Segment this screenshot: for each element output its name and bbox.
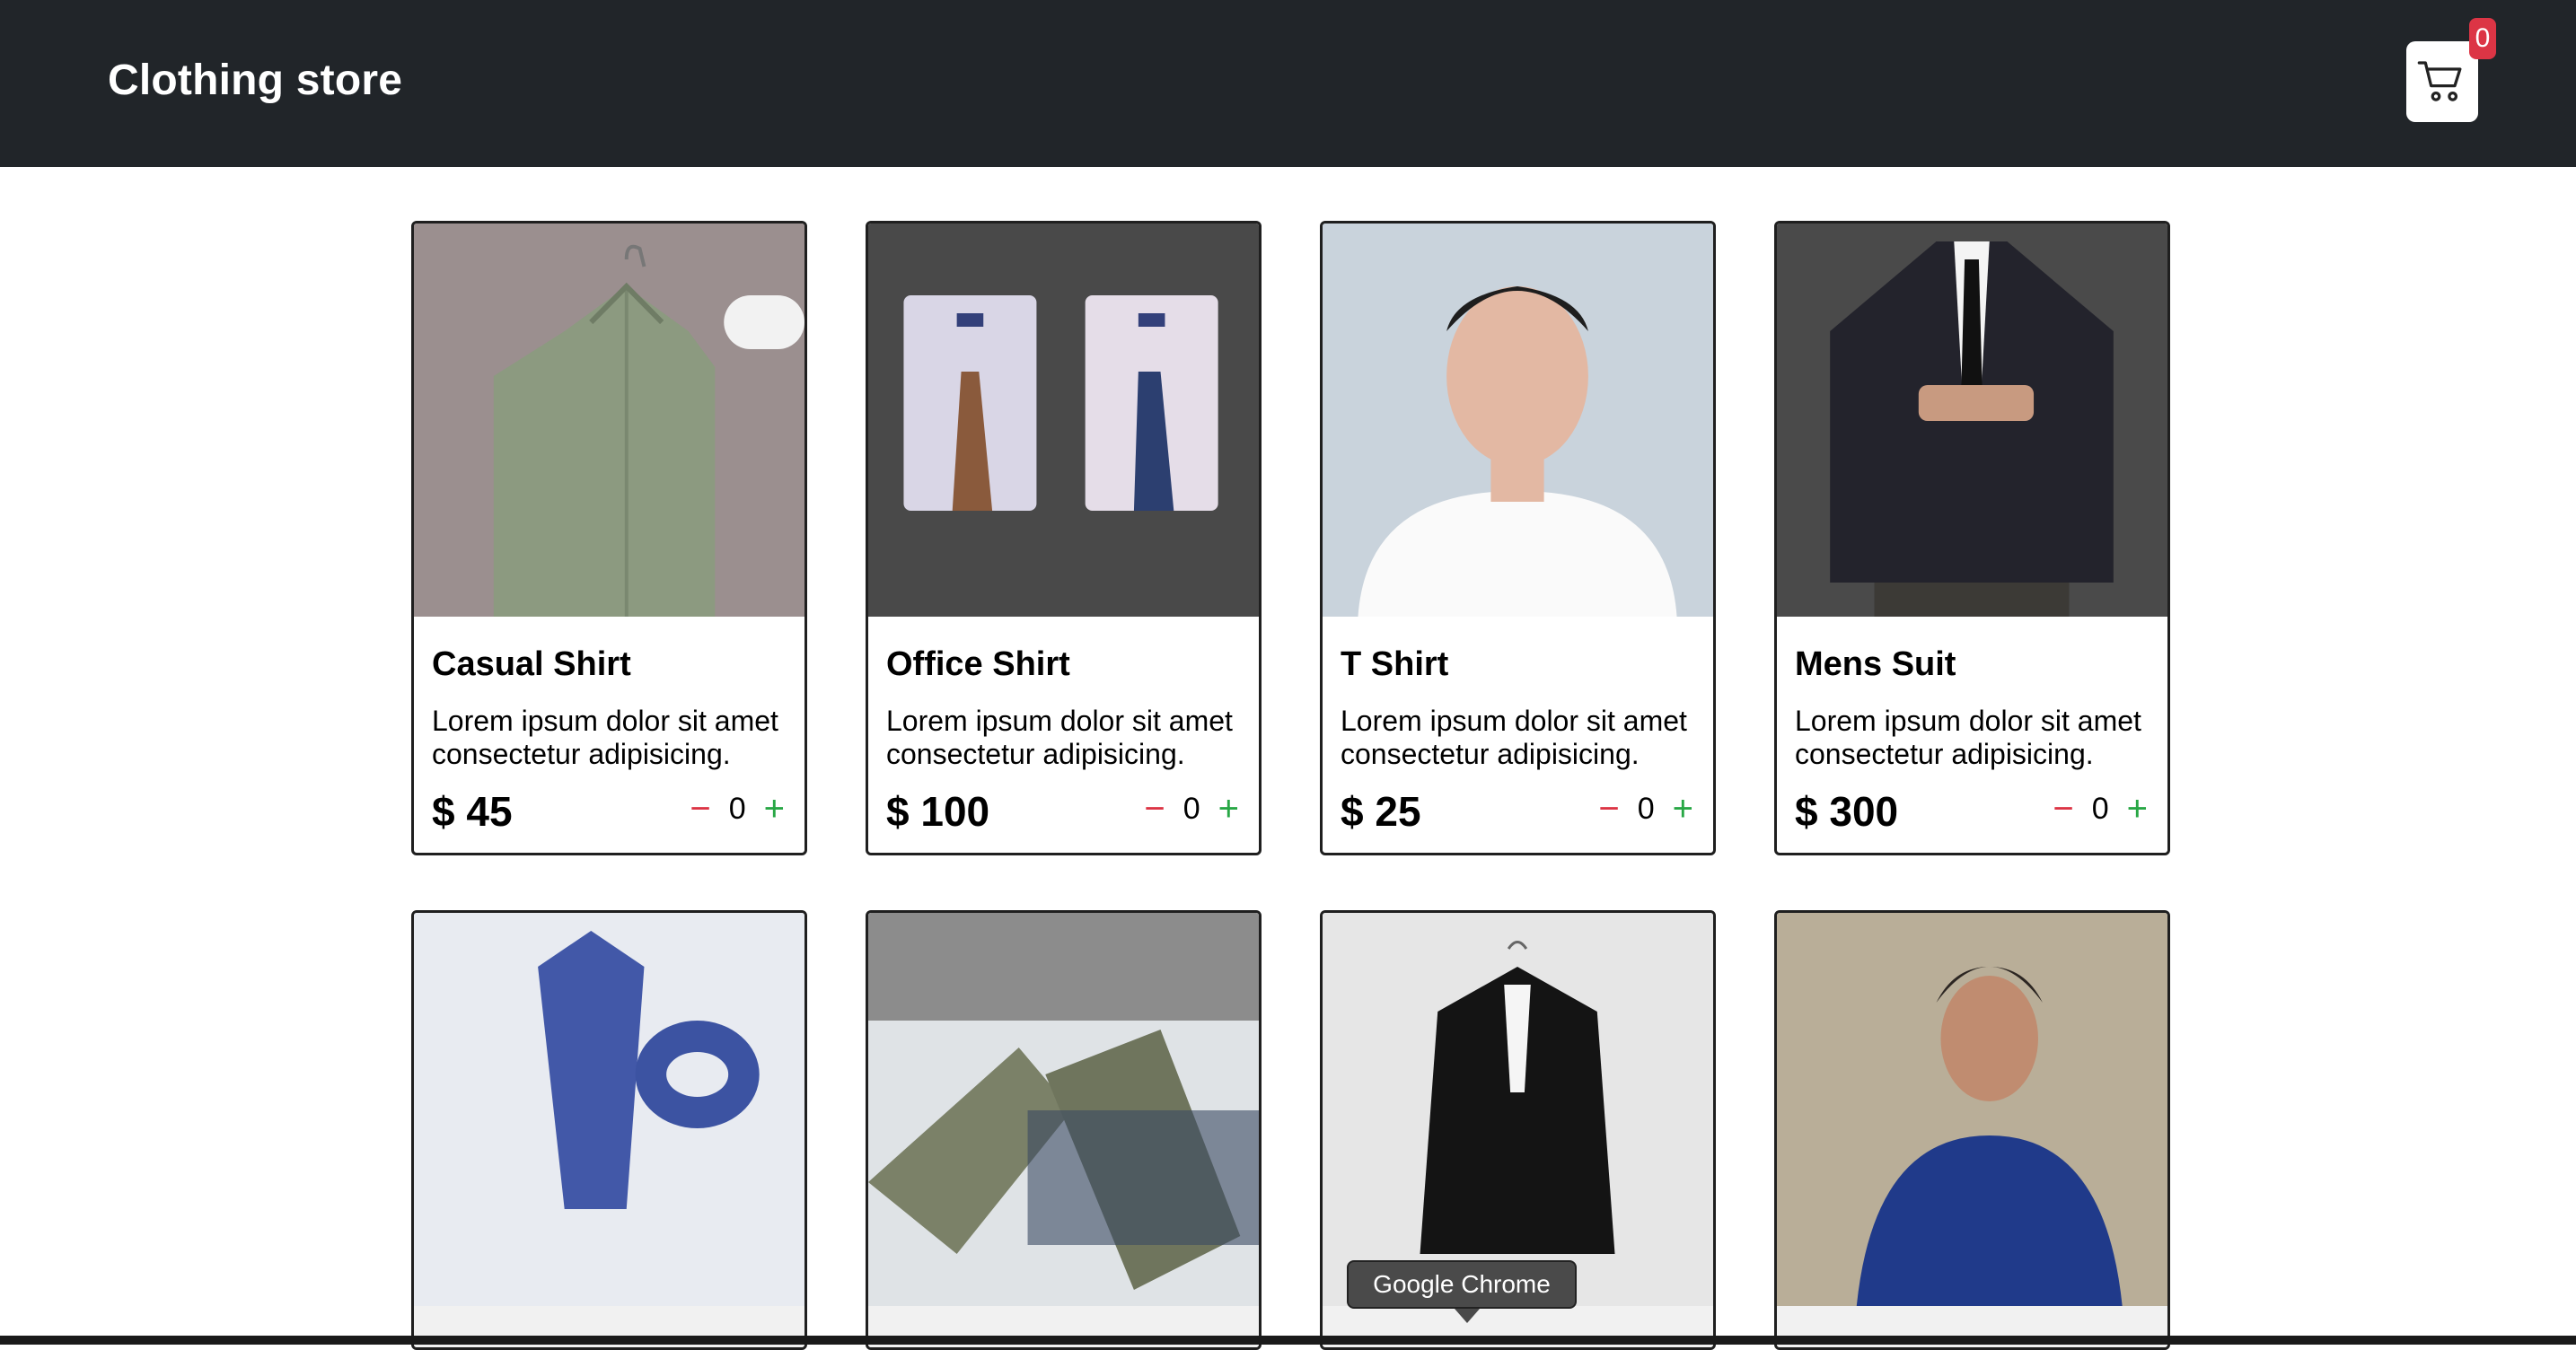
product-price: $ 25 — [1341, 788, 1421, 835]
product-card: Office Shirt Lorem ipsum dolor sit amet … — [866, 221, 1262, 855]
product-description: Lorem ipsum dolor sit amet consectetur a… — [432, 705, 778, 770]
quantity-stepper: − 0 + — [2053, 789, 2148, 829]
quantity-value: 0 — [1182, 792, 1200, 826]
increase-quantity-button[interactable]: + — [2127, 789, 2148, 829]
product-price: $ 45 — [432, 788, 513, 835]
decrease-quantity-button[interactable]: − — [1144, 789, 1165, 829]
product-image — [1323, 913, 1713, 1306]
cart-count-badge: 0 — [2469, 18, 2496, 59]
increase-quantity-button[interactable]: + — [1673, 789, 1693, 829]
increase-quantity-button[interactable]: + — [1218, 789, 1239, 829]
product-description: Lorem ipsum dolor sit amet consectetur a… — [1795, 705, 2141, 770]
quantity-stepper: − 0 + — [1144, 789, 1239, 829]
product-image — [1323, 224, 1713, 617]
product-card: Casual Shirt Lorem ipsum dolor sit amet … — [411, 221, 807, 855]
product-name: Office Shirt — [886, 645, 1070, 683]
quantity-value: 0 — [1637, 792, 1655, 826]
product-name: T Shirt — [1341, 645, 1449, 683]
product-description: Lorem ipsum dolor sit amet consectetur a… — [886, 705, 1233, 770]
quantity-stepper: − 0 + — [1598, 789, 1693, 829]
navbar: Clothing store 0 — [0, 0, 2576, 167]
product-image — [414, 224, 804, 617]
quantity-value: 0 — [728, 792, 746, 826]
product-card — [866, 910, 1262, 1350]
decrease-quantity-button[interactable]: − — [1598, 789, 1619, 829]
product-image — [868, 913, 1259, 1306]
product-image — [414, 913, 804, 1306]
product-image — [868, 224, 1259, 617]
decrease-quantity-button[interactable]: − — [690, 789, 710, 829]
quantity-stepper: − 0 + — [690, 789, 785, 829]
product-price: $ 300 — [1795, 788, 1899, 835]
cart-button[interactable] — [2406, 41, 2478, 122]
quantity-value: 0 — [2091, 792, 2109, 826]
product-description: Lorem ipsum dolor sit amet consectetur a… — [1341, 705, 1687, 770]
shopping-cart-icon — [2417, 61, 2462, 101]
decrease-quantity-button[interactable]: − — [2053, 789, 2073, 829]
product-image — [1777, 224, 2167, 617]
product-name: Casual Shirt — [432, 645, 631, 683]
product-card — [411, 910, 807, 1350]
window-bottom-edge — [0, 1336, 2576, 1345]
product-image — [1777, 913, 2167, 1306]
product-card — [1774, 910, 2170, 1350]
product-card: Mens Suit Lorem ipsum dolor sit amet con… — [1774, 221, 2170, 855]
store-title[interactable]: Clothing store — [108, 56, 402, 105]
product-card: T Shirt Lorem ipsum dolor sit amet conse… — [1320, 221, 1716, 855]
product-price: $ 100 — [886, 788, 990, 835]
increase-quantity-button[interactable]: + — [764, 789, 785, 829]
product-name: Mens Suit — [1795, 645, 1956, 683]
tooltip: Google Chrome — [1347, 1260, 1577, 1323]
